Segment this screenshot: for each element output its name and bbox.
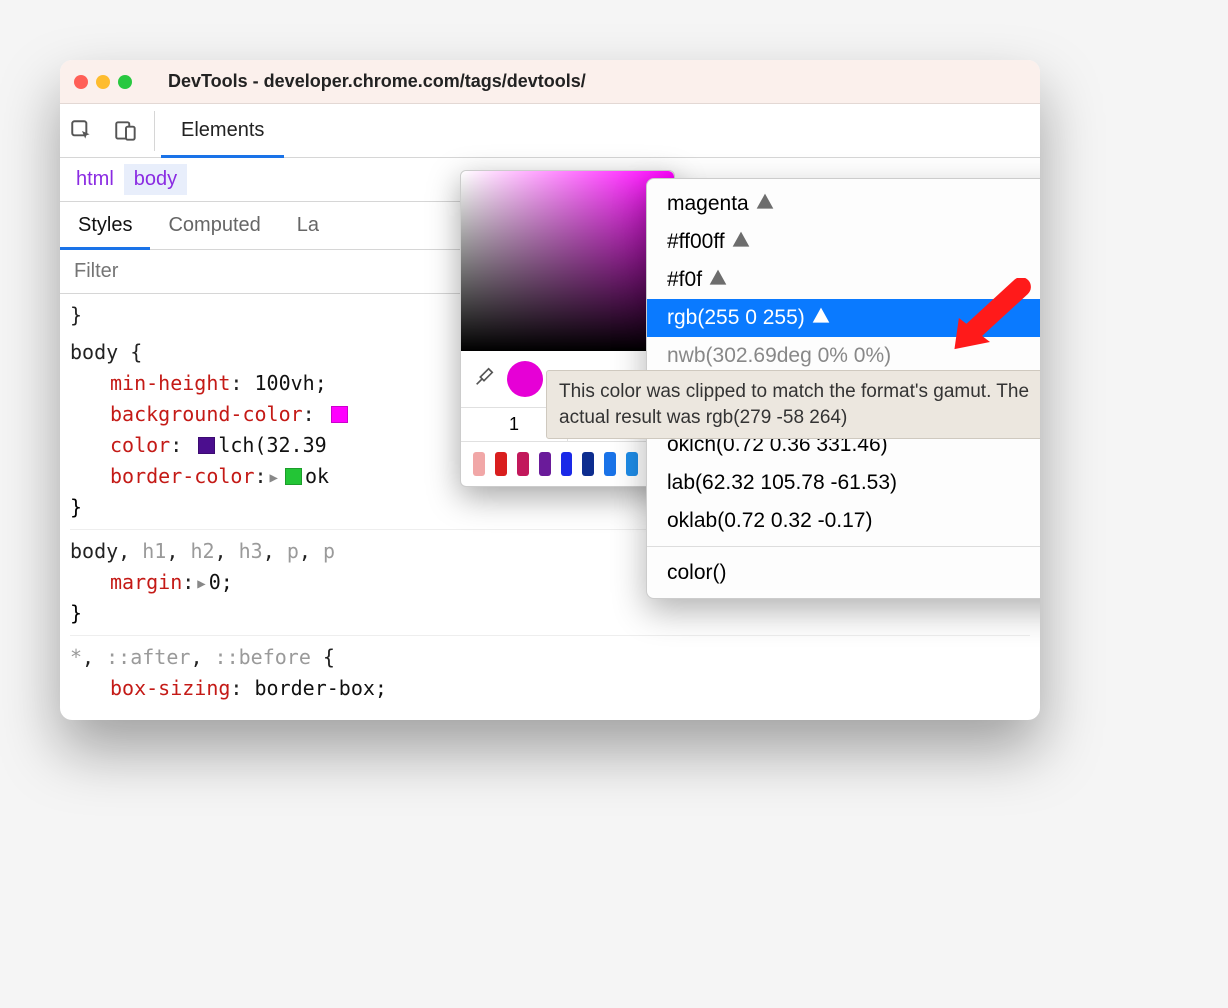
palette-swatch[interactable] [495,452,507,476]
close-window-button[interactable] [74,75,88,89]
prop-box-sizing[interactable]: box-sizing [110,676,230,700]
swatch-color[interactable] [198,437,215,454]
window-title: DevTools - developer.chrome.com/tags/dev… [168,71,586,92]
prop-background-color[interactable]: background-color [110,402,303,426]
prop-border-color[interactable]: border-color [110,464,255,488]
palette-swatch[interactable] [626,452,638,476]
swatch-bg[interactable] [331,406,348,423]
expand-icon[interactable]: ▶ [197,576,205,592]
warning-icon [708,268,728,292]
devtools-window: DevTools - developer.chrome.com/tags/dev… [60,60,1040,720]
format-option-color-fn[interactable]: color() ▶ [647,553,1040,592]
format-option-lab[interactable]: lab(62.32 105.78 -61.53) [647,464,1040,502]
devtools-toolbar: Elements [60,104,1040,158]
palette-swatch[interactable] [473,452,485,476]
tab-elements[interactable]: Elements [161,104,284,157]
menu-divider [647,546,1040,547]
palette-row: ▲▼ [461,441,674,486]
prop-margin[interactable]: margin [110,570,182,594]
palette-swatch[interactable] [561,452,573,476]
inspect-element-icon[interactable] [60,109,104,153]
crumb-body[interactable]: body [124,164,187,195]
toolbar-divider [154,111,155,151]
color-field[interactable] [461,171,674,351]
titlebar: DevTools - developer.chrome.com/tags/dev… [60,60,1040,104]
rule-universal: *, ::after, ::before { box-sizing: borde… [70,636,1030,710]
palette-swatch[interactable] [517,452,529,476]
format-option-magenta[interactable]: magenta [647,185,1040,223]
gamut-clip-tooltip: This color was clipped to match the form… [546,370,1040,439]
tab-elements-label: Elements [181,119,264,142]
prop-min-height[interactable]: min-height [110,371,230,395]
eyedropper-icon[interactable] [473,366,495,393]
color-picker: 1 R ▲▼ [460,170,675,487]
palette-swatch[interactable] [582,452,594,476]
annotation-arrow-icon [945,278,1035,358]
format-option-oklab[interactable]: oklab(0.72 0.32 -0.17) [647,502,1040,540]
subtab-computed[interactable]: Computed [150,202,278,249]
warning-icon [731,230,751,254]
selector-universal[interactable]: *, ::after, ::before { [70,642,1030,673]
format-option-hex6[interactable]: #ff00ff [647,223,1040,261]
device-toggle-icon[interactable] [104,109,148,153]
expand-icon[interactable]: ▶ [270,470,278,486]
crumb-html[interactable]: html [66,164,124,195]
warning-icon [755,192,775,216]
current-color-swatch [507,361,543,397]
warning-icon [811,306,831,330]
minimize-window-button[interactable] [96,75,110,89]
subtab-layout[interactable]: La [279,202,337,249]
prop-color[interactable]: color [110,433,170,457]
palette-swatch[interactable] [539,452,551,476]
zoom-window-button[interactable] [118,75,132,89]
subtab-styles[interactable]: Styles [60,202,150,249]
swatch-border[interactable] [285,468,302,485]
palette-swatch[interactable] [604,452,616,476]
traffic-lights [74,75,132,89]
